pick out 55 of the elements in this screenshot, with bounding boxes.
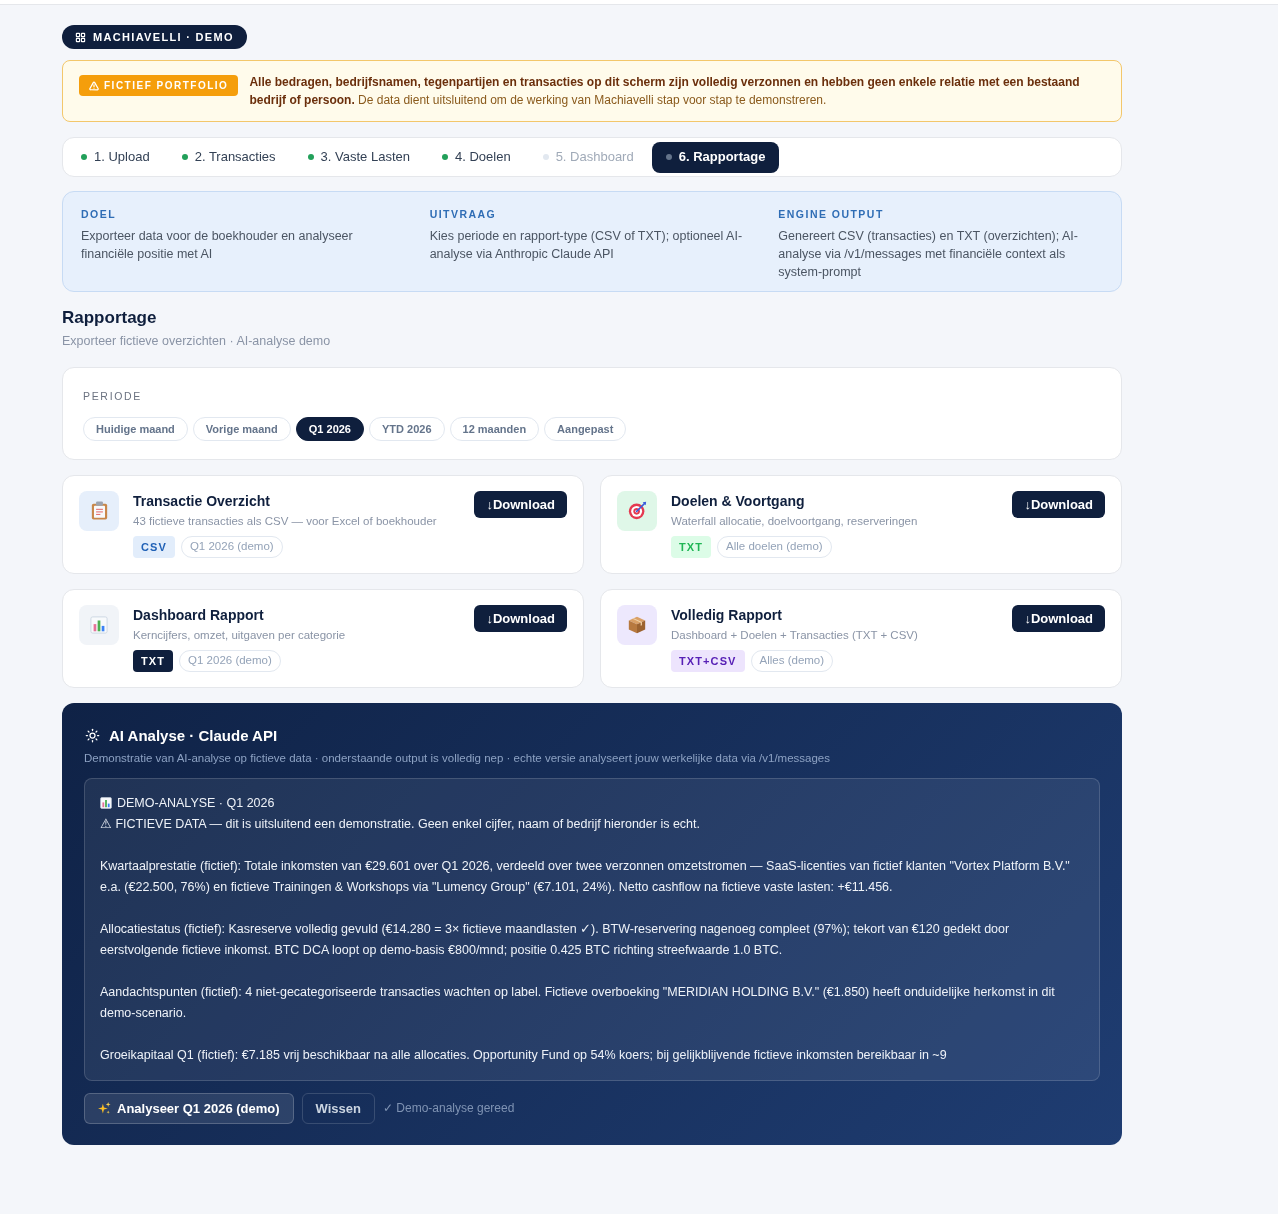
info-heading: DOEL — [81, 207, 117, 222]
report-title: Doelen & Voortgang — [671, 491, 805, 510]
status-text: ✓ Demo-analyse gereed — [383, 1100, 515, 1118]
download-button[interactable]: ↓Download — [1012, 604, 1105, 632]
info-text: Genereert CSV (transacties) en TXT (overzichten); AI-analyse via /v1/messages met financiële context als system-prompt — [778, 227, 1079, 281]
analysis-warning: ⚠ FICTIEVE DATA — dit is uitsluitend een demonstratie. Geen enkel cijfer, naam of bedrijf hieronder is echt. — [100, 815, 700, 833]
page-subtitle: Exporteer fictieve overzichten · AI-analyse demo — [62, 332, 331, 350]
step-tab[interactable]: 6. Rapportage — [651, 141, 780, 173]
step-tab[interactable]: 3. Vaste Lasten — [293, 141, 424, 173]
download-button[interactable]: ↓Download — [1012, 490, 1105, 518]
period-chip[interactable]: YTD 2026 — [369, 416, 445, 441]
page-title: Rapportage — [62, 306, 157, 329]
ai-subtitle: Demonstratie van AI-analyse op fictieve data · onderstaande output is volledig nep · echte versie analyseert jouw werkelijke data via /v1/messages — [84, 750, 830, 766]
report-description: Dashboard + Doelen + Transacties (TXT + CSV) — [671, 627, 918, 643]
step-tab[interactable]: 1. Upload — [67, 141, 164, 173]
clear-button[interactable]: Wissen — [301, 1092, 375, 1124]
period-chip[interactable]: Huidige maand — [83, 416, 188, 441]
download-button[interactable]: ↓Download — [474, 490, 567, 518]
grid-icon — [75, 31, 86, 43]
report-title: Dashboard Rapport — [133, 605, 264, 624]
bar-chart-icon — [100, 797, 112, 810]
analysis-paragraph: Aandachtspunten (fictief): 4 niet-gecategoriseerde transacties wachten op label. Fictieve overboeking "MERIDIAN HOLDING B.V." (€1.850) heeft onduidelijke herkomst in dit demo-scenario. — [100, 983, 1056, 1022]
report-description: Waterfall allocatie, doelvoortgang, reserveringen — [671, 513, 918, 529]
period-chip[interactable]: Aangepast — [544, 416, 627, 441]
notice-text: Alle bedragen, bedrijfsnamen, tegenpartijen en transacties op dit scherm zijn volledig verzonnen en hebben geen enkele relatie met een bestaand bedrijf of persoon. De data dient uitsluitend om de werking van Machiavelli stap voor stap te demonstreren. — [249, 74, 1081, 109]
analysis-paragraph: Allocatiestatus (fictief): Kasreserve volledig gevuld (€14.280 = 3× fictieve maandlasten ✓). BTW-reservering nagenoeg compleet (97%); tekort van €120 gedekt door eerstvolgende fictieve inkomst. BTC DCA loopt op demo-basis €800/mnd; positie 0.425 BTC richting streefwaarde 1.0 BTC. — [100, 920, 1011, 959]
period-label: PERIODE — [83, 388, 143, 403]
info-heading: ENGINE OUTPUT — [778, 207, 884, 222]
format-tag: CSV — [133, 535, 175, 558]
period-chip[interactable]: 12 maanden — [449, 416, 540, 441]
analysis-paragraph: Kwartaalprestatie (fictief): Totale inkomsten van €29.601 over Q1 2026, verdeeld over twee verzonnen omzetstromen — SaaS-licenties van fictief klanten "Vortex Platform B.V." e.a. (€22.500, 76%) en fictieve Trainingen & Workshops via "Lumency Group" (€7.101, 24%). Netto cashflow na fictieve vaste lasten: +€11.456. — [100, 857, 1071, 896]
sun-icon — [85, 728, 100, 744]
format-tag: TXT — [671, 535, 712, 558]
format-tag: TXT — [133, 649, 174, 672]
analysis-heading: DEMO-ANALYSE · Q1 2026 — [117, 794, 275, 812]
info-heading: UITVRAAG — [429, 207, 497, 222]
report-description: Kerncijfers, omzet, uitgaven per categorie — [133, 627, 346, 643]
notice-badge-label: FICTIEF PORTFOLIO — [104, 79, 229, 93]
analyse-button[interactable]: Analyseer Q1 2026 (demo) — [84, 1092, 294, 1124]
analysis-paragraph: Groeikapitaal Q1 (fictief): €7.185 vrij beschikbaar na alle allocaties. Opportunity Fund op 54% koers; bij gelijkblijvende fictieve inkomsten bereikbaar in ~9 — [100, 1046, 947, 1064]
ai-title: AI Analyse · Claude API — [109, 725, 278, 746]
info-text: Kies periode en rapport-type (CSV of TXT); optioneel AI-analyse via Anthropic Claude API — [429, 227, 744, 263]
brand-name: MACHIAVELLI · DEMO — [93, 29, 234, 45]
report-title: Volledig Rapport — [671, 605, 782, 624]
report-title: Transactie Overzicht — [133, 491, 270, 510]
report-description: 43 fictieve transacties als CSV — voor Excel of boekhouder — [133, 513, 437, 529]
period-chip[interactable]: Q1 2026 — [295, 416, 364, 441]
info-text: Exporteer data voor de boekhouder en analyseer financiële positie met AI — [81, 227, 354, 263]
warning-icon — [89, 80, 99, 91]
period-chip[interactable]: Vorige maand — [192, 416, 291, 441]
sparkle-icon — [98, 1101, 111, 1115]
download-button[interactable]: ↓Download — [474, 604, 567, 632]
format-tag: TXT+CSV — [671, 649, 745, 672]
step-tab[interactable]: 2. Transacties — [167, 141, 290, 173]
step-tab[interactable]: 4. Doelen — [427, 141, 525, 173]
